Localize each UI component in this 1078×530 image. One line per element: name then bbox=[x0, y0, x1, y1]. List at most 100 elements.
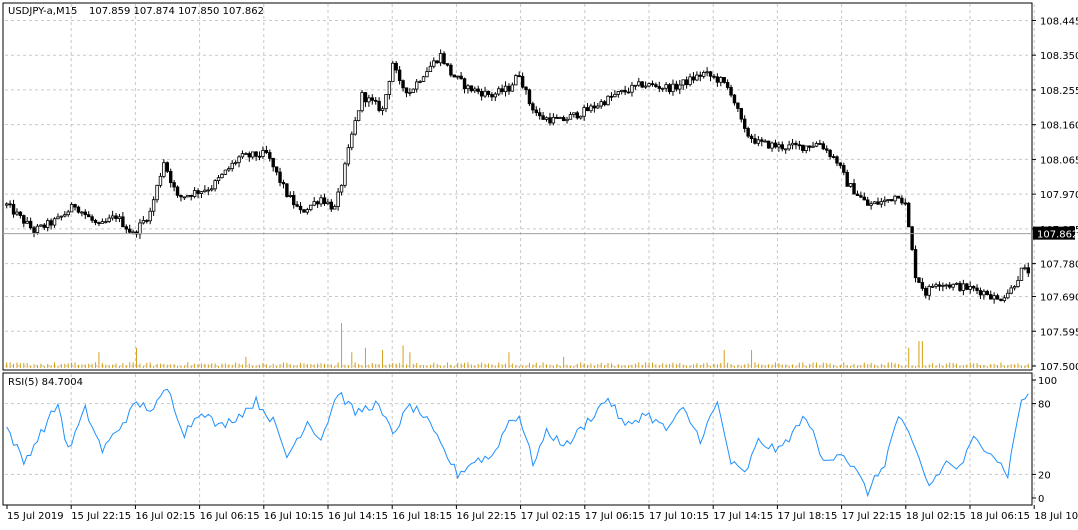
candle bbox=[616, 90, 620, 98]
candle bbox=[965, 282, 969, 291]
candle bbox=[821, 141, 825, 151]
candle bbox=[223, 169, 228, 176]
price-tick-label: 107.690 bbox=[1040, 293, 1078, 304]
candle bbox=[404, 87, 409, 98]
candle bbox=[790, 138, 795, 150]
candle bbox=[32, 225, 36, 238]
candle bbox=[626, 87, 631, 94]
candle bbox=[469, 85, 474, 93]
candle bbox=[298, 202, 303, 214]
candle bbox=[100, 218, 105, 224]
candle bbox=[59, 215, 64, 221]
candle bbox=[186, 194, 190, 198]
trading-chart[interactable]: 108.445 108.350 108.255 108.160 108.065 107.9… bbox=[0, 0, 1078, 526]
candle bbox=[975, 284, 979, 295]
candle bbox=[493, 92, 497, 102]
candle bbox=[22, 214, 26, 228]
candle bbox=[555, 114, 559, 119]
candle bbox=[715, 73, 720, 87]
price-axis: 108.445 108.350 108.255 108.160 108.065 107.9… bbox=[1032, 16, 1078, 373]
candle bbox=[756, 136, 761, 147]
candle bbox=[848, 183, 853, 188]
time-tick-label: 16 Jul 18:15 bbox=[392, 511, 452, 522]
candle bbox=[117, 213, 122, 223]
candle bbox=[507, 83, 511, 95]
candle bbox=[657, 81, 661, 93]
chart-svg[interactable]: 108.445 108.350 108.255 108.160 108.065 107.9… bbox=[0, 0, 1078, 526]
candle bbox=[937, 281, 942, 291]
candle bbox=[787, 140, 791, 151]
candle bbox=[192, 187, 197, 199]
candle bbox=[739, 107, 743, 123]
candle bbox=[169, 168, 173, 188]
candle bbox=[15, 208, 19, 216]
time-tick-label: 16 Jul 02:15 bbox=[135, 511, 195, 522]
candle bbox=[992, 292, 996, 304]
candle bbox=[346, 144, 351, 167]
candle bbox=[162, 159, 166, 179]
candle bbox=[350, 131, 354, 151]
candle bbox=[25, 217, 29, 224]
time-axis: 15 Jul 2019 15 Jul 22:15 16 Jul 02:15 16 Ju… bbox=[6, 505, 1078, 522]
time-tick-label: 15 Jul 2019 bbox=[7, 511, 64, 522]
candle bbox=[220, 172, 224, 179]
candle bbox=[708, 70, 713, 82]
rsi-header: RSI(5) 84.7004 bbox=[8, 377, 83, 388]
candle bbox=[968, 281, 972, 294]
candle bbox=[643, 81, 648, 89]
candle bbox=[633, 84, 638, 90]
candle bbox=[394, 61, 398, 74]
candle bbox=[599, 99, 603, 109]
candle bbox=[319, 194, 323, 207]
candle bbox=[333, 204, 337, 210]
candle bbox=[199, 191, 204, 199]
candle bbox=[295, 201, 299, 208]
candle bbox=[462, 77, 467, 94]
candle bbox=[907, 201, 911, 228]
candle bbox=[66, 209, 70, 217]
rsi-tick-label: 80 bbox=[1038, 400, 1051, 411]
candle bbox=[944, 283, 948, 290]
candle bbox=[473, 86, 477, 94]
candle bbox=[541, 111, 545, 120]
candle bbox=[927, 284, 931, 301]
candle bbox=[855, 190, 860, 196]
candle bbox=[514, 74, 518, 86]
candle bbox=[613, 90, 617, 98]
time-tick-label: 16 Jul 14:15 bbox=[328, 511, 388, 522]
candle bbox=[763, 139, 767, 143]
rsi-tick-label: 100 bbox=[1038, 376, 1057, 387]
chart-header-symbol: USDJPY-a,M15 bbox=[8, 6, 77, 17]
candle bbox=[773, 139, 778, 149]
candle bbox=[104, 218, 108, 224]
time-tick-label: 17 Jul 06:15 bbox=[585, 511, 645, 522]
candle bbox=[794, 140, 798, 150]
candle bbox=[1006, 289, 1010, 300]
candle bbox=[179, 194, 183, 202]
candle bbox=[722, 77, 726, 84]
candle bbox=[189, 194, 193, 201]
chart-header-ohlc: 107.859 107.874 107.850 107.862 bbox=[89, 6, 264, 17]
candle bbox=[592, 101, 597, 113]
candle bbox=[698, 71, 702, 82]
candle bbox=[107, 214, 111, 223]
candle bbox=[852, 178, 856, 195]
candle bbox=[121, 212, 125, 228]
candle bbox=[466, 84, 470, 94]
candle bbox=[397, 66, 402, 85]
candle bbox=[531, 101, 535, 114]
candle bbox=[49, 218, 53, 230]
candle bbox=[876, 197, 880, 206]
time-tick-label: 15 Jul 22:15 bbox=[71, 511, 131, 522]
candle bbox=[630, 81, 634, 97]
candle bbox=[500, 84, 504, 95]
candle bbox=[97, 221, 101, 227]
candle bbox=[637, 77, 641, 87]
candle bbox=[572, 112, 576, 118]
time-tick-label: 17 Jul 18:15 bbox=[777, 511, 837, 522]
candle bbox=[138, 218, 142, 240]
candle bbox=[770, 141, 774, 152]
time-tick-label: 16 Jul 10:15 bbox=[264, 511, 324, 522]
candle bbox=[620, 89, 624, 95]
candle bbox=[257, 151, 262, 161]
